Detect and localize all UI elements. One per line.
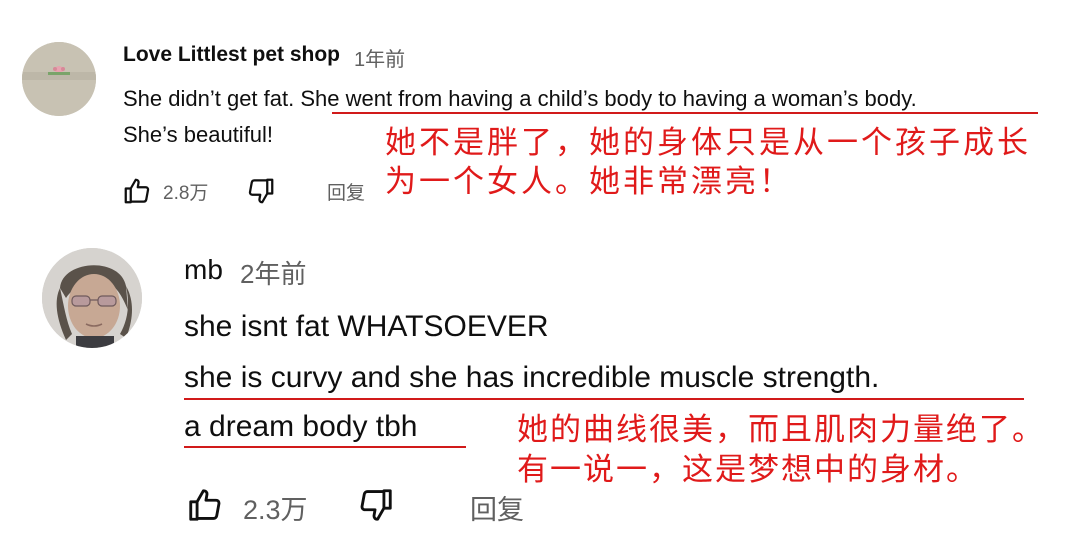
comment-text: she is curvy and she has incredible musc… bbox=[184, 361, 880, 394]
thumb-up-icon bbox=[189, 489, 221, 521]
comment-text-highlighted: She went from having a child’s body to h… bbox=[300, 86, 911, 111]
annotation-underline bbox=[184, 446, 466, 448]
like-count: 2.8万 bbox=[163, 183, 209, 204]
translation-line: 她不是胖了，她的身体只是从一个孩子成长 bbox=[385, 125, 1031, 161]
translation-annotation: 她的曲线很美，而且肌肉力量绝了。 有一说一，这是梦想中的身材。 bbox=[517, 410, 1077, 490]
reply-button[interactable]: 回复 bbox=[470, 488, 524, 527]
comment-author[interactable]: Love Littlest pet shop bbox=[123, 43, 340, 67]
translation-line: 她的曲线很美，而且肌肉力量绝了。 bbox=[517, 412, 1045, 448]
like-button[interactable] bbox=[122, 176, 152, 211]
comment-text: she isnt fat WHATSOEVER bbox=[184, 310, 549, 343]
reply-button[interactable]: 回复 bbox=[327, 178, 365, 205]
comment-text-end: . bbox=[910, 86, 917, 111]
like-count: 2.3万 bbox=[243, 495, 308, 525]
thumb-down-icon bbox=[360, 489, 392, 521]
avatar[interactable] bbox=[42, 248, 142, 348]
translation-line: 有一说一，这是梦想中的身材。 bbox=[517, 452, 979, 488]
thumb-up-icon bbox=[124, 178, 150, 204]
comment-author[interactable]: mb bbox=[184, 254, 223, 286]
translation-annotation: 她不是胖了，她的身体只是从一个孩子成长 为一个女人。她非常漂亮！ bbox=[385, 124, 1075, 202]
comment-text: a dream body tbh bbox=[184, 410, 418, 443]
dislike-button[interactable] bbox=[246, 176, 276, 211]
comment-timestamp[interactable]: 1年前 bbox=[354, 43, 405, 72]
like-button[interactable] bbox=[186, 486, 224, 529]
comment-text: She didn’t get fat. She went from having… bbox=[123, 86, 917, 112]
comment-text-part: She didn’t get fat. bbox=[123, 86, 301, 111]
avatar[interactable] bbox=[22, 42, 96, 116]
comment-timestamp[interactable]: 2年前 bbox=[240, 254, 306, 291]
annotation-underline bbox=[184, 398, 1024, 400]
translation-line: 为一个女人。她非常漂亮！ bbox=[385, 164, 793, 200]
thumb-down-icon bbox=[248, 178, 274, 204]
dislike-button[interactable] bbox=[357, 486, 395, 529]
comment-text: She’s beautiful! bbox=[123, 122, 274, 147]
annotation-underline bbox=[332, 112, 1038, 114]
